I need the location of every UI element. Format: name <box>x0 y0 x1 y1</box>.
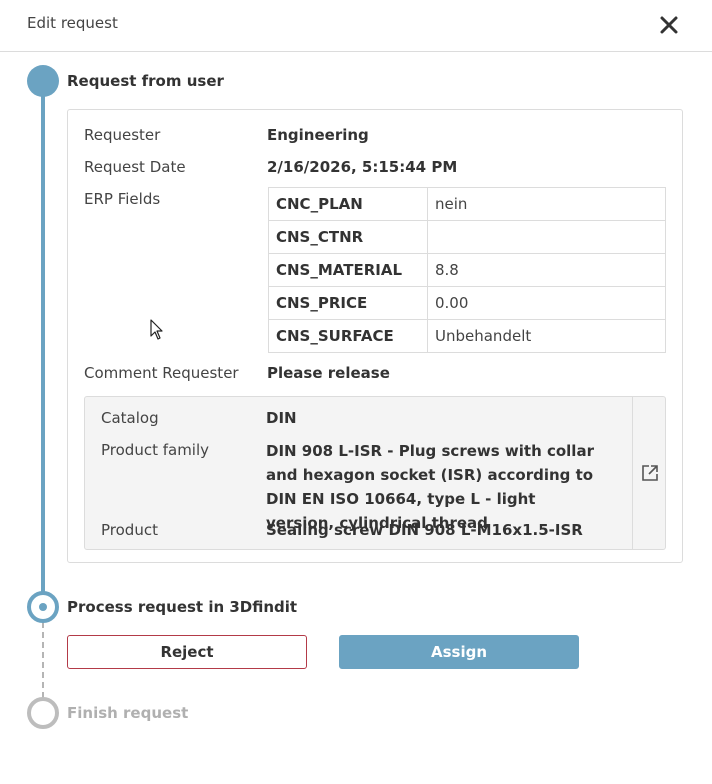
erp-field-key: CNS_SURFACE <box>268 319 428 353</box>
table-row: CNS_MATERIAL 8.8 <box>268 253 666 287</box>
step-title-request-from-user: Request from user <box>67 72 224 90</box>
product-link-column <box>632 397 666 549</box>
erp-field-value <box>427 220 666 254</box>
comment-requester-value: Please release <box>267 364 390 382</box>
reject-button[interactable]: Reject <box>67 635 307 669</box>
close-icon[interactable] <box>657 13 681 37</box>
mouse-cursor-icon <box>150 319 164 341</box>
table-row: CNC_PLAN nein <box>268 187 666 221</box>
erp-field-value: nein <box>427 187 666 221</box>
step-completed-indicator <box>27 65 59 97</box>
product-label: Product <box>101 521 158 539</box>
catalog-label: Catalog <box>101 409 159 427</box>
comment-requester-label: Comment Requester <box>84 364 239 382</box>
erp-field-key: CNC_PLAN <box>268 187 428 221</box>
erp-field-value: Unbehandelt <box>427 319 666 353</box>
timeline-connector-pending <box>42 622 44 698</box>
product-value: Sealing screw DIN 908 L-M16x1.5-ISR <box>266 521 583 539</box>
request-date-label: Request Date <box>84 158 186 176</box>
erp-field-value: 8.8 <box>427 253 666 287</box>
timeline-connector-completed <box>41 82 45 608</box>
external-link-icon[interactable] <box>641 464 659 482</box>
erp-field-value: 0.00 <box>427 286 666 320</box>
dialog-title: Edit request <box>27 14 118 32</box>
table-row: CNS_CTNR <box>268 220 666 254</box>
product-family-label: Product family <box>101 441 210 459</box>
erp-field-key: CNS_CTNR <box>268 220 428 254</box>
step-title-process-request: Process request in 3Dfindit <box>67 598 298 616</box>
table-row: CNS_PRICE 0.00 <box>268 286 666 320</box>
erp-field-key: CNS_MATERIAL <box>268 253 428 287</box>
step-pending-indicator <box>27 697 59 729</box>
assign-button[interactable]: Assign <box>339 635 579 669</box>
table-row: CNS_SURFACE Unbehandelt <box>268 319 666 353</box>
step-title-finish-request: Finish request <box>67 704 189 722</box>
product-info-box: Catalog DIN Product family DIN 908 L-ISR… <box>84 396 666 550</box>
erp-field-key: CNS_PRICE <box>268 286 428 320</box>
step-active-indicator <box>27 591 59 623</box>
request-date-value: 2/16/2026, 5:15:44 PM <box>267 158 458 176</box>
requester-value: Engineering <box>267 126 369 144</box>
erp-fields-table: CNC_PLAN nein CNS_CTNR CNS_MATERIAL 8.8 … <box>268 187 666 353</box>
requester-label: Requester <box>84 126 161 144</box>
erp-fields-label: ERP Fields <box>84 190 161 208</box>
catalog-value: DIN <box>266 409 297 427</box>
dialog-header: Edit request <box>0 0 712 52</box>
